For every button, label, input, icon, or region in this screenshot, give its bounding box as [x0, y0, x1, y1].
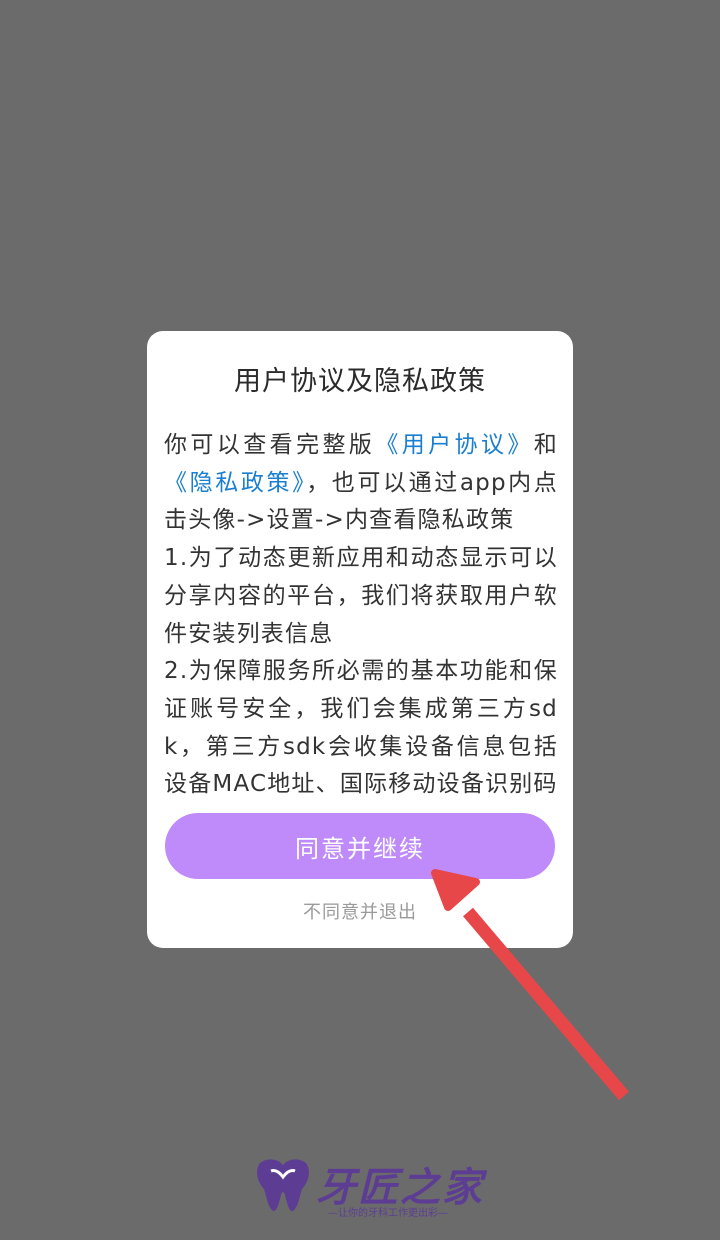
dialog-body[interactable]: 你可以查看完整版《用户协议》和《隐私政策》，也可以通过app内点击头像->设置-…	[164, 427, 558, 801]
user-agreement-link[interactable]: 《用户协议》	[375, 432, 533, 458]
intro-paragraph: 你可以查看完整版《用户协议》和《隐私政策》，也可以通过app内点击头像->设置-…	[164, 427, 558, 540]
logo-slogan: —让你的牙科工作更出彩—	[328, 1208, 448, 1219]
app-logo: 牙匠之家 —让你的牙科工作更出彩—	[254, 1155, 482, 1225]
agree-button[interactable]: 同意并继续	[165, 813, 555, 879]
intro-prefix: 你可以查看完整版	[164, 432, 376, 458]
tooth-logo-icon	[257, 1159, 309, 1212]
and-text: 和	[533, 432, 558, 458]
policy-item-1: 1.为了动态更新应用和动态显示可以分享内容的平台，我们将获取用户软件安装列表信息	[164, 545, 558, 647]
dialog-title: 用户协议及隐私政策	[234, 366, 486, 397]
policy-item-2: 2.为保障服务所必需的基本功能和保证账号安全，我们会集成第三方sdk，第三方sd…	[164, 658, 558, 798]
privacy-dialog: 用户协议及隐私政策 你可以查看完整版《用户协议》和《隐私政策》，也可以通过app…	[147, 331, 573, 948]
disagree-exit-link[interactable]: 不同意并退出	[147, 898, 573, 924]
privacy-policy-link[interactable]: 《隐私政策》	[164, 470, 306, 496]
